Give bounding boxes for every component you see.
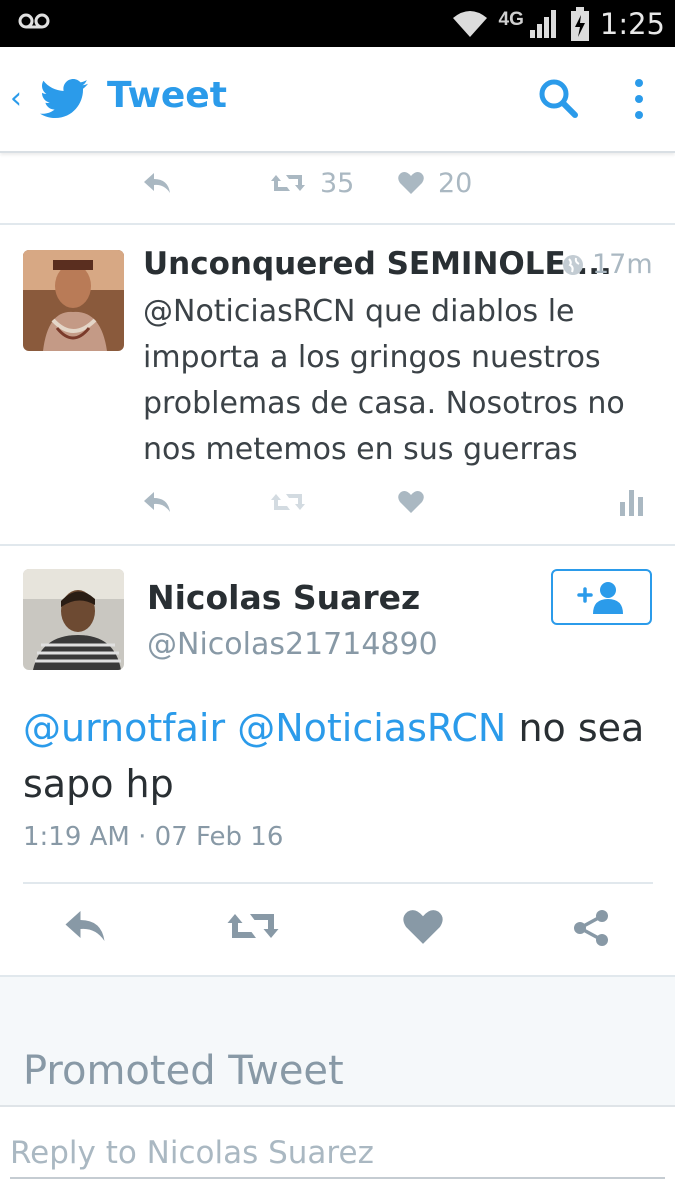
retweet-icon[interactable] bbox=[270, 490, 306, 514]
share-icon[interactable] bbox=[571, 908, 611, 948]
voicemail-icon bbox=[18, 13, 50, 29]
like-action[interactable]: 20 bbox=[398, 163, 472, 203]
heart-icon bbox=[398, 172, 424, 194]
network-type: 4G bbox=[498, 8, 524, 30]
like-count: 20 bbox=[438, 167, 473, 199]
reply-icon[interactable] bbox=[142, 490, 172, 514]
reply-tweet-text: @NoticiasRCN que diablos le importa a lo… bbox=[143, 294, 625, 467]
follow-button[interactable] bbox=[551, 569, 652, 625]
battery-charging-icon bbox=[570, 6, 589, 41]
reply-input[interactable] bbox=[10, 1129, 665, 1179]
promoted-tweet-label: Promoted Tweet bbox=[23, 1048, 344, 1094]
reply-composer bbox=[0, 1105, 675, 1200]
reply-icon[interactable] bbox=[62, 908, 108, 944]
page-title: Tweet bbox=[107, 75, 227, 116]
analytics-icon[interactable] bbox=[619, 488, 645, 516]
search-icon[interactable] bbox=[537, 77, 579, 119]
wifi-icon bbox=[452, 10, 487, 37]
status-bar: 4G 1:25 bbox=[0, 0, 675, 47]
tweet-author-handle[interactable]: @Nicolas21714890 bbox=[147, 627, 438, 662]
previous-tweet-actions bbox=[142, 163, 172, 203]
reply-timestamp: 17m bbox=[562, 249, 653, 280]
signal-icon bbox=[529, 9, 556, 38]
retweet-icon bbox=[271, 175, 305, 191]
reply-icon[interactable] bbox=[142, 171, 172, 195]
retweet-icon[interactable] bbox=[226, 908, 280, 944]
reply-time-label: 17m bbox=[592, 249, 653, 280]
heart-icon[interactable] bbox=[398, 490, 424, 514]
mention-link[interactable]: @urnotfair bbox=[23, 706, 225, 750]
retweet-count: 35 bbox=[320, 167, 355, 199]
divider bbox=[0, 223, 675, 225]
app-bar: ‹ Tweet bbox=[0, 47, 675, 153]
tweet-timestamp: 1:19 AM · 07 Feb 16 bbox=[23, 822, 284, 852]
retweet-action[interactable]: 35 bbox=[270, 163, 354, 203]
avatar[interactable] bbox=[23, 569, 124, 670]
tweet-text: @urnotfair @NoticiasRCN no sea sapo hp bbox=[23, 700, 653, 812]
divider bbox=[0, 544, 675, 546]
avatar[interactable] bbox=[23, 250, 124, 351]
twitter-bird-icon[interactable] bbox=[40, 79, 88, 119]
divider bbox=[23, 882, 653, 884]
reply-author-name[interactable]: Unconquered SEMINOLE ... bbox=[143, 246, 612, 282]
globe-icon bbox=[563, 254, 583, 275]
add-user-icon bbox=[576, 582, 623, 614]
overflow-menu-icon[interactable] bbox=[633, 77, 645, 121]
mention-link[interactable]: @NoticiasRCN bbox=[237, 706, 506, 750]
heart-icon[interactable] bbox=[403, 908, 443, 946]
tweet-action-bar bbox=[0, 900, 675, 960]
tweet-author-name[interactable]: Nicolas Suarez bbox=[147, 578, 420, 617]
status-time: 1:25 bbox=[599, 6, 665, 41]
chevron-left-icon[interactable]: ‹ bbox=[10, 81, 22, 116]
avatar-image bbox=[23, 250, 124, 351]
avatar-image bbox=[23, 569, 124, 670]
